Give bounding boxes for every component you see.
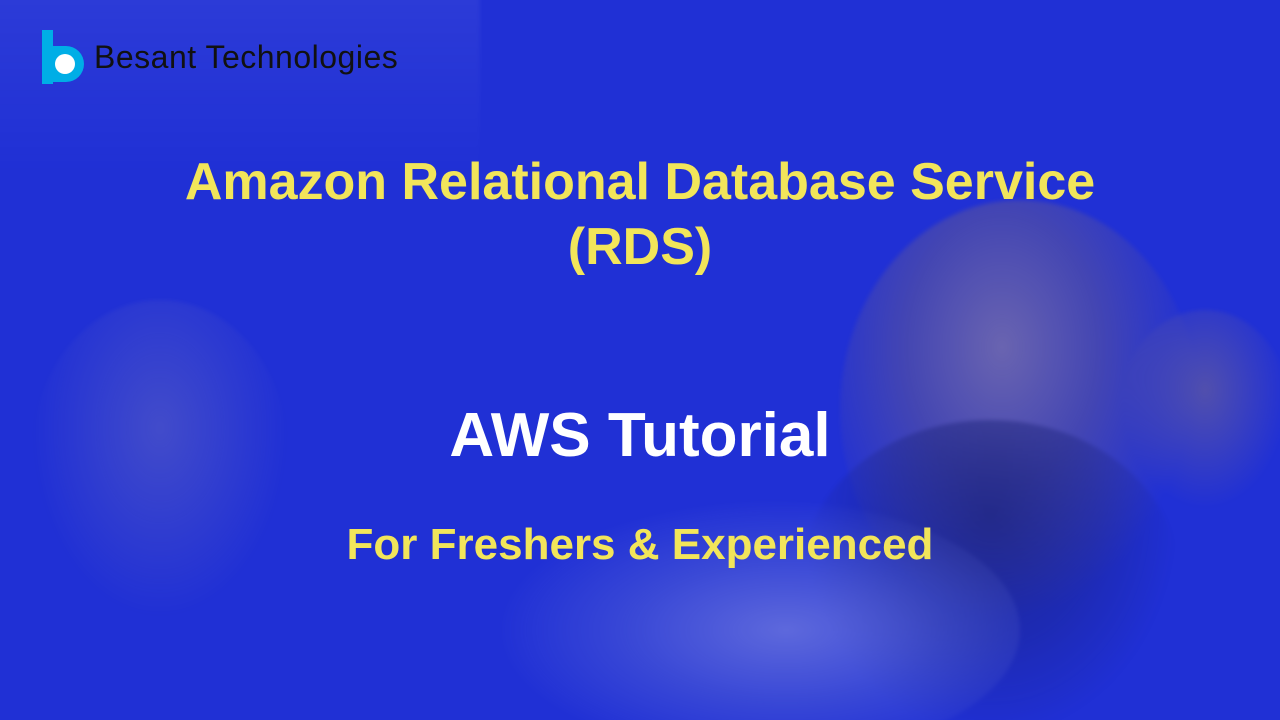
brand-logo-icon <box>40 28 84 86</box>
main-title-line2: (RDS) <box>0 215 1280 280</box>
background-photo-overlay <box>0 0 1280 720</box>
audience-line: For Freshers & Experienced <box>0 520 1280 570</box>
subtitle: AWS Tutorial <box>0 400 1280 471</box>
main-title: Amazon Relational Database Service (RDS) <box>0 150 1280 280</box>
slide: Besant Technologies Amazon Relational Da… <box>0 0 1280 720</box>
brand-name: Besant Technologies <box>94 39 398 76</box>
main-title-line1: Amazon Relational Database Service <box>0 150 1280 215</box>
brand-logo: Besant Technologies <box>40 28 398 86</box>
